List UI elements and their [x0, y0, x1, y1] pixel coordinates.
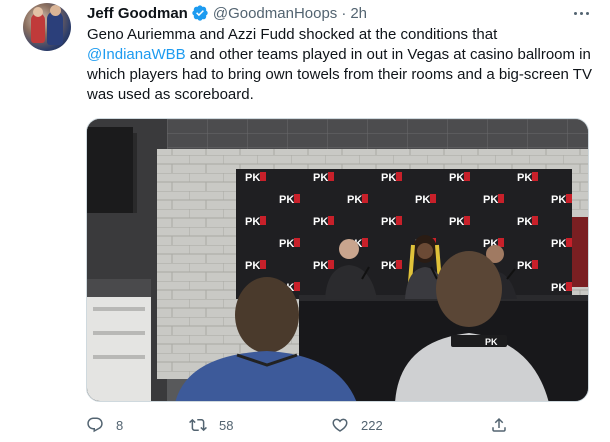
pk-logo-mark: [498, 194, 504, 203]
like-icon: [332, 418, 348, 432]
pk-logo: PK: [449, 172, 464, 184]
pk-logo: PK: [381, 172, 396, 184]
pk-logo-mark: [362, 194, 368, 203]
pk-logo-mark: [464, 172, 470, 181]
pk-logo-mark: [362, 238, 368, 247]
pk-logo-mark: [532, 216, 538, 225]
pk-backdrop: [236, 169, 572, 299]
pk-logo-mark: [260, 216, 266, 225]
pk-logo-mark: [532, 260, 538, 269]
lanyard-text: PK: [485, 337, 498, 347]
tweet-text: Geno Auriemma and Azzi Fudd shocked at t…: [87, 25, 595, 105]
pk-logo: PK: [313, 172, 328, 184]
reply-button[interactable]: 8: [86, 412, 123, 438]
printer: [87, 279, 151, 401]
pk-logo-mark: [260, 172, 266, 181]
pk-logo: PK: [245, 216, 260, 228]
pk-logo: PK: [313, 260, 328, 272]
retweet-button[interactable]: 58: [189, 412, 233, 438]
tweet-text-before: Geno Auriemma and Azzi Fudd shocked at t…: [87, 26, 498, 43]
wall-tv: [87, 127, 133, 213]
avatar-head-1: [33, 7, 43, 17]
pk-logo-mark: [566, 282, 572, 291]
press-conference-photo: PK PK PK PK PK PK PK PK PK PK PK PK PK PK PK PK PK PK PK PK…: [87, 119, 588, 401]
share-icon: [492, 417, 506, 432]
author-name[interactable]: Jeff Goodman: [87, 5, 188, 22]
pk-logo-mark: [396, 216, 402, 225]
pk-logo: PK: [517, 216, 532, 228]
pk-logo-mark: [396, 260, 402, 269]
pk-logo: PK: [245, 172, 260, 184]
reply-count: 8: [116, 417, 124, 433]
pk-logo-mark: [464, 216, 470, 225]
timestamp[interactable]: 2h: [350, 5, 367, 22]
pk-logo-mark: [566, 194, 572, 203]
pk-logo: PK: [449, 216, 464, 228]
pk-logo: PK: [381, 216, 396, 228]
mention-link[interactable]: @IndianaWBB: [87, 46, 186, 63]
pk-logo-mark: [328, 216, 334, 225]
pk-logo: PK: [483, 194, 498, 206]
pk-logo-mark: [328, 260, 334, 269]
avatar-person-1: [31, 13, 45, 43]
like-count: 222: [361, 417, 383, 433]
pk-logo-mark: [328, 172, 334, 181]
tweet-header: Jeff Goodman @GoodmanHoops · 2h: [87, 3, 367, 23]
like-button[interactable]: 222: [331, 412, 383, 438]
pk-logo: PK: [313, 216, 328, 228]
pk-logo: PK: [279, 194, 294, 206]
pk-logo: PK: [415, 194, 430, 206]
pk-logo: PK: [347, 194, 362, 206]
separator-dot: ·: [341, 4, 347, 22]
pk-logo-mark: [294, 194, 300, 203]
pk-logo-mark: [532, 172, 538, 181]
pk-logo: PK: [551, 194, 566, 206]
more-dot-1: [573, 11, 577, 15]
pk-logo: PK: [279, 238, 294, 250]
pk-logo: PK: [245, 260, 260, 272]
pk-logo: PK: [381, 260, 396, 272]
verified-badge-icon: [191, 4, 209, 22]
pk-logo-mark: [294, 282, 300, 291]
pk-logo-mark: [396, 172, 402, 181]
avatar-head-2: [50, 5, 61, 16]
retweet-count: 58: [219, 417, 234, 433]
more-dot-3: [585, 11, 589, 15]
pk-logo-mark: [294, 238, 300, 247]
lanyard: [451, 335, 507, 347]
author-handle[interactable]: @GoodmanHoops: [213, 5, 337, 22]
pk-logo: PK: [517, 172, 532, 184]
pk-logo-mark: [498, 238, 504, 247]
tweet-photo[interactable]: PK PK PK PK PK PK PK PK PK PK PK PK PK PK PK PK PK PK PK PK…: [86, 118, 589, 402]
pk-logo: PK: [551, 282, 566, 294]
pk-logo-mark: [430, 194, 436, 203]
player1-head: [417, 243, 433, 259]
avatar-person-2: [47, 11, 63, 45]
coach-head: [339, 239, 359, 259]
retweet-icon: [189, 418, 207, 432]
reporter-left-head: [235, 277, 299, 353]
pk-logo-mark: [260, 260, 266, 269]
more-dot-2: [579, 11, 583, 15]
pk-logo-mark: [566, 238, 572, 247]
reporter-right-head: [436, 251, 502, 327]
tweet-card[interactable]: Jeff Goodman @GoodmanHoops · 2h Geno Aur…: [0, 0, 610, 442]
avatar[interactable]: [23, 3, 71, 51]
more-options-icon[interactable]: [568, 2, 594, 24]
pk-logo: PK: [551, 238, 566, 250]
reply-icon: [87, 417, 103, 433]
pk-logo: PK: [517, 260, 532, 272]
tweet-actions: 8 58 222: [80, 412, 540, 438]
share-button[interactable]: [490, 412, 520, 438]
